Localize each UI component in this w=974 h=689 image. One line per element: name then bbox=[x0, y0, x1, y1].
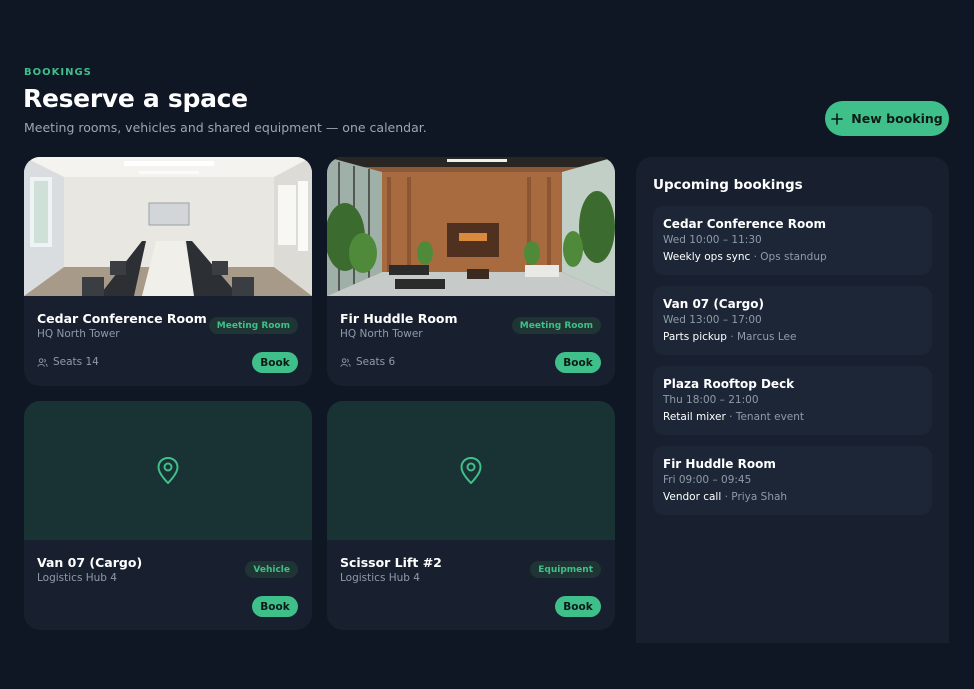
booking-note: Retail mixer · Tenant event bbox=[663, 411, 804, 423]
booking-resource: Plaza Rooftop Deck bbox=[663, 377, 795, 391]
people-icon bbox=[37, 357, 48, 367]
media-placeholder bbox=[24, 401, 312, 540]
map-pin-icon bbox=[460, 456, 482, 484]
resource-name: Van 07 (Cargo) bbox=[37, 555, 143, 570]
booking-item[interactable]: Cedar Conference Room Wed 10:00 – 11:30 … bbox=[653, 206, 932, 275]
booking-resource: Van 07 (Cargo) bbox=[663, 297, 764, 311]
booking-separator: · bbox=[750, 251, 761, 263]
booking-resource: Cedar Conference Room bbox=[663, 217, 826, 231]
page-title: Reserve a space bbox=[23, 84, 248, 113]
resource-name: Cedar Conference Room bbox=[37, 311, 207, 326]
resource-location: Logistics Hub 4 bbox=[340, 572, 420, 584]
lobby-photo bbox=[327, 157, 615, 296]
book-button[interactable]: Book bbox=[252, 352, 298, 373]
booking-separator: · bbox=[726, 331, 737, 343]
resource-type-badge: Meeting Room bbox=[208, 317, 298, 334]
map-pin-icon bbox=[157, 456, 179, 484]
panel-title: Upcoming bookings bbox=[653, 177, 803, 193]
resource-type-badge: Meeting Room bbox=[511, 317, 601, 334]
seat-count: Seats 6 bbox=[340, 356, 395, 368]
booking-time: Fri 09:00 – 09:45 bbox=[663, 474, 752, 486]
booking-item[interactable]: Fir Huddle Room Fri 09:00 – 09:45 Vendor… bbox=[653, 446, 932, 515]
booking-note: Weekly ops sync · Ops standup bbox=[663, 251, 827, 263]
booking-subtitle: Marcus Lee bbox=[737, 331, 797, 343]
media-placeholder bbox=[327, 401, 615, 540]
booking-resource: Fir Huddle Room bbox=[663, 457, 776, 471]
book-button[interactable]: Book bbox=[555, 352, 601, 373]
book-button[interactable]: Book bbox=[252, 596, 298, 617]
conference-room-photo bbox=[24, 157, 312, 296]
booking-separator: · bbox=[725, 411, 736, 423]
new-booking-button[interactable]: New booking bbox=[825, 101, 949, 136]
resource-location: HQ North Tower bbox=[340, 328, 423, 340]
booking-time: Wed 10:00 – 11:30 bbox=[663, 234, 762, 246]
booking-purpose: Weekly ops sync bbox=[663, 251, 751, 263]
plus-icon bbox=[831, 112, 844, 125]
booking-note: Vendor call · Priya Shah bbox=[663, 491, 787, 503]
resource-name: Scissor Lift #2 bbox=[340, 555, 442, 570]
resource-name: Fir Huddle Room bbox=[340, 311, 458, 326]
booking-time: Thu 18:00 – 21:00 bbox=[663, 394, 759, 406]
seat-count-label: Seats 6 bbox=[356, 356, 396, 368]
booking-subtitle: Ops standup bbox=[760, 251, 827, 263]
booking-purpose: Vendor call bbox=[663, 491, 722, 503]
resource-type-badge: Equipment bbox=[530, 561, 601, 578]
section-eyebrow: BOOKINGS bbox=[24, 67, 92, 78]
seat-count: Seats 14 bbox=[37, 356, 99, 368]
booking-item[interactable]: Van 07 (Cargo) Wed 13:00 – 17:00 Parts p… bbox=[653, 286, 932, 355]
resource-card[interactable]: Scissor Lift #2 Logistics Hub 4 Equipmen… bbox=[327, 401, 615, 630]
booking-purpose: Parts pickup bbox=[663, 331, 727, 343]
booking-subtitle: Priya Shah bbox=[731, 491, 788, 503]
page-subtitle: Meeting rooms, vehicles and shared equip… bbox=[24, 120, 427, 135]
booking-item[interactable]: Plaza Rooftop Deck Thu 18:00 – 21:00 Ret… bbox=[653, 366, 932, 435]
booking-purpose: Retail mixer bbox=[663, 411, 726, 423]
resource-card[interactable]: Cedar Conference Room HQ North Tower Mee… bbox=[24, 157, 312, 386]
upcoming-bookings-panel: Upcoming bookings Cedar Conference Room … bbox=[636, 157, 949, 643]
booking-note: Parts pickup · Marcus Lee bbox=[663, 331, 796, 343]
people-icon bbox=[340, 357, 351, 367]
booking-subtitle: Tenant event bbox=[735, 411, 805, 423]
resource-location: Logistics Hub 4 bbox=[37, 572, 117, 584]
resource-type-badge: Vehicle bbox=[245, 561, 298, 578]
bookings-page: BOOKINGS Reserve a space Meeting rooms, … bbox=[0, 0, 974, 689]
new-booking-label: New booking bbox=[851, 111, 943, 126]
booking-time: Wed 13:00 – 17:00 bbox=[663, 314, 762, 326]
book-button[interactable]: Book bbox=[555, 596, 601, 617]
booking-separator: · bbox=[721, 491, 732, 503]
seat-count-label: Seats 14 bbox=[53, 356, 99, 368]
resource-card[interactable]: Van 07 (Cargo) Logistics Hub 4 Vehicle B… bbox=[24, 401, 312, 630]
resource-card[interactable]: Fir Huddle Room HQ North Tower Meeting R… bbox=[327, 157, 615, 386]
resource-location: HQ North Tower bbox=[37, 328, 120, 340]
